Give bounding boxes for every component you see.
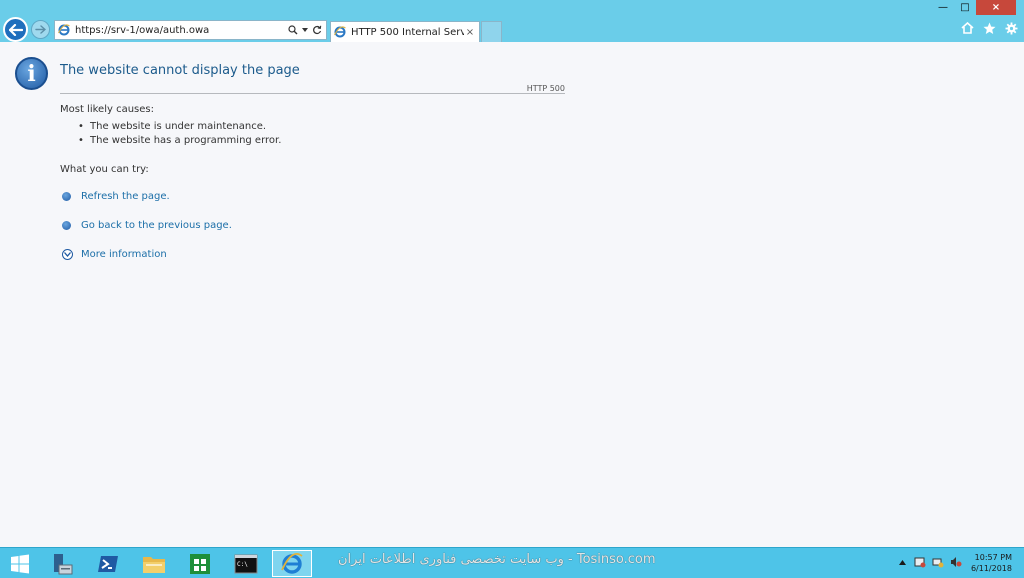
cause-text: The website has a programming error. <box>90 135 282 146</box>
expand-chevron-icon[interactable] <box>62 249 73 260</box>
ie-taskbar-button[interactable] <box>272 550 312 577</box>
ie-icon <box>334 26 346 38</box>
minimize-button[interactable]: — <box>932 0 954 15</box>
new-tab-button[interactable] <box>481 21 502 42</box>
tab-close-button[interactable]: × <box>464 27 476 38</box>
bullet-icon <box>62 192 71 201</box>
ie-icon <box>281 552 303 574</box>
taskbar-clock[interactable]: 10:57 PM 6/11/2018 <box>971 552 1012 574</box>
cause-text: The website is under maintenance. <box>90 121 267 132</box>
watermark-text: وب سایت تخصصی فناوری اطلاعات ایران - Tos… <box>338 552 656 567</box>
home-icon[interactable] <box>960 21 974 35</box>
http-status-code: HTTP 500 <box>526 84 565 93</box>
refresh-link-text[interactable]: Refresh the page. <box>81 191 170 202</box>
taskbar: C:\ وب سایت تخصصی فناوری اطلاعات ایران -… <box>0 547 1024 578</box>
browser-chrome: — □ × https://srv-1/owa/auth.owa HTTP 50… <box>0 0 1024 42</box>
server-manager-icon <box>54 553 73 574</box>
go-back-link-text[interactable]: Go back to the previous page. <box>81 220 232 231</box>
url-text[interactable]: https://srv-1/owa/auth.owa <box>75 25 288 36</box>
title-divider <box>60 93 565 94</box>
favorites-star-icon[interactable] <box>982 21 996 35</box>
search-icon[interactable] <box>288 25 298 35</box>
go-back-link[interactable]: Go back to the previous page. <box>62 220 232 231</box>
powershell-icon <box>98 555 118 572</box>
causes-label: Most likely causes: <box>60 104 154 115</box>
info-icon: i <box>15 57 48 90</box>
address-bar[interactable]: https://srv-1/owa/auth.owa <box>54 20 327 40</box>
volume-muted-icon[interactable] <box>950 556 962 568</box>
dropdown-icon[interactable] <box>302 28 308 32</box>
window-controls: — □ × <box>932 0 1016 15</box>
refresh-icon[interactable] <box>312 25 322 35</box>
more-information-link[interactable]: More information <box>62 249 167 260</box>
tab-http-500[interactable]: HTTP 500 Internal Server Err... × <box>330 21 480 42</box>
network-icon[interactable] <box>932 556 944 568</box>
tray-expand-icon[interactable] <box>896 556 908 568</box>
close-window-button[interactable]: × <box>976 0 1016 15</box>
start-button[interactable] <box>0 550 40 577</box>
system-tray <box>896 556 962 568</box>
cmd-button[interactable]: C:\ <box>226 550 266 577</box>
start-icon <box>11 554 29 573</box>
clock-date: 6/11/2018 <box>970 564 1012 573</box>
ie-icon <box>58 24 70 36</box>
error-page: i The website cannot display the page HT… <box>0 42 1024 547</box>
svg-text:C:\: C:\ <box>237 561 248 568</box>
store-icon <box>190 553 210 574</box>
forward-button[interactable] <box>31 20 50 39</box>
bullet-icon <box>62 221 71 230</box>
store-button[interactable] <box>180 550 220 577</box>
cause-item: The website has a programming error. <box>78 135 282 146</box>
back-button[interactable] <box>3 17 28 42</box>
page-title: The website cannot display the page <box>60 63 300 78</box>
server-manager-button[interactable] <box>42 550 82 577</box>
cause-item: The website is under maintenance. <box>78 121 267 132</box>
command-bar <box>960 21 1018 35</box>
powershell-button[interactable] <box>88 550 128 577</box>
cmd-icon: C:\ <box>234 554 258 573</box>
back-arrow-icon <box>8 23 23 36</box>
file-explorer-button[interactable] <box>134 550 174 577</box>
refresh-link[interactable]: Refresh the page. <box>62 191 170 202</box>
tab-title: HTTP 500 Internal Server Err... <box>351 26 464 38</box>
settings-gear-icon[interactable] <box>1004 21 1018 35</box>
try-label: What you can try: <box>60 164 149 175</box>
more-information-text[interactable]: More information <box>81 249 167 260</box>
action-center-icon[interactable] <box>914 556 926 568</box>
address-tools <box>288 25 322 35</box>
forward-arrow-icon <box>35 25 46 34</box>
clock-time: 10:57 PM <box>974 553 1012 562</box>
maximize-button[interactable]: □ <box>954 0 976 15</box>
file-explorer-icon <box>143 556 165 573</box>
